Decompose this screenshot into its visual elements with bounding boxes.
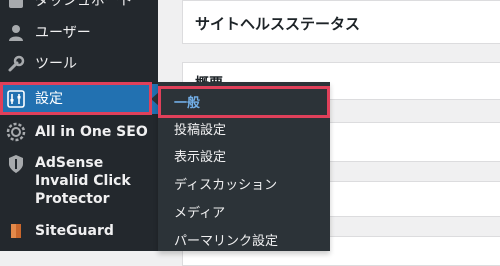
shield-icon bbox=[6, 154, 26, 174]
sidebar-item-adsense-protector-label: AdSense Invalid Click Protector bbox=[35, 155, 131, 207]
siteguard-icon bbox=[6, 221, 26, 241]
site-health-panel: サイトヘルスステータス bbox=[182, 0, 500, 44]
submenu-item-permalink[interactable]: パーマリンク設定 bbox=[174, 233, 278, 251]
sidebar-item-adsense-protector[interactable]: AdSense Invalid Click Protector bbox=[0, 152, 158, 207]
site-health-title: サイトヘルスステータス bbox=[195, 15, 361, 33]
sidebar-item-users[interactable]: ユーザー bbox=[0, 20, 158, 46]
submenu-item-discussion[interactable]: ディスカッション bbox=[174, 177, 277, 195]
dashboard-icon bbox=[6, 0, 26, 11]
sidebar-item-siteguard-label: SiteGuard bbox=[35, 223, 114, 239]
gear-icon bbox=[6, 122, 26, 142]
submenu-item-general[interactable]: 一般 bbox=[164, 93, 324, 115]
admin-sidebar: ダッシュボード ユーザー ツール 設定 All in One SEO AdSen… bbox=[0, 0, 159, 251]
settings-icon bbox=[6, 89, 26, 109]
sidebar-item-settings[interactable]: 設定 bbox=[0, 84, 159, 114]
sidebar-item-tools[interactable]: ツール bbox=[0, 51, 158, 77]
settings-submenu: 一般 投稿設定 表示設定 ディスカッション メディア パーマリンク設定 bbox=[158, 82, 330, 251]
sidebar-item-settings-label: 設定 bbox=[35, 91, 63, 107]
sidebar-item-partial[interactable]: ダッシュボード bbox=[0, 0, 158, 11]
submenu-item-reading[interactable]: 表示設定 bbox=[174, 149, 226, 167]
user-icon bbox=[6, 23, 26, 43]
submenu-item-media[interactable]: メディア bbox=[174, 205, 225, 223]
sidebar-item-partial-label: ダッシュボード bbox=[35, 0, 133, 9]
sidebar-item-all-in-one-seo[interactable]: All in One SEO bbox=[0, 118, 158, 146]
sidebar-item-siteguard[interactable]: SiteGuard bbox=[0, 218, 158, 244]
sidebar-item-tools-label: ツール bbox=[35, 56, 77, 72]
sidebar-item-all-in-one-seo-label: All in One SEO bbox=[35, 124, 148, 140]
sidebar-item-users-label: ユーザー bbox=[35, 25, 91, 41]
submenu-item-writing[interactable]: 投稿設定 bbox=[174, 122, 226, 140]
wrench-icon bbox=[6, 54, 26, 74]
